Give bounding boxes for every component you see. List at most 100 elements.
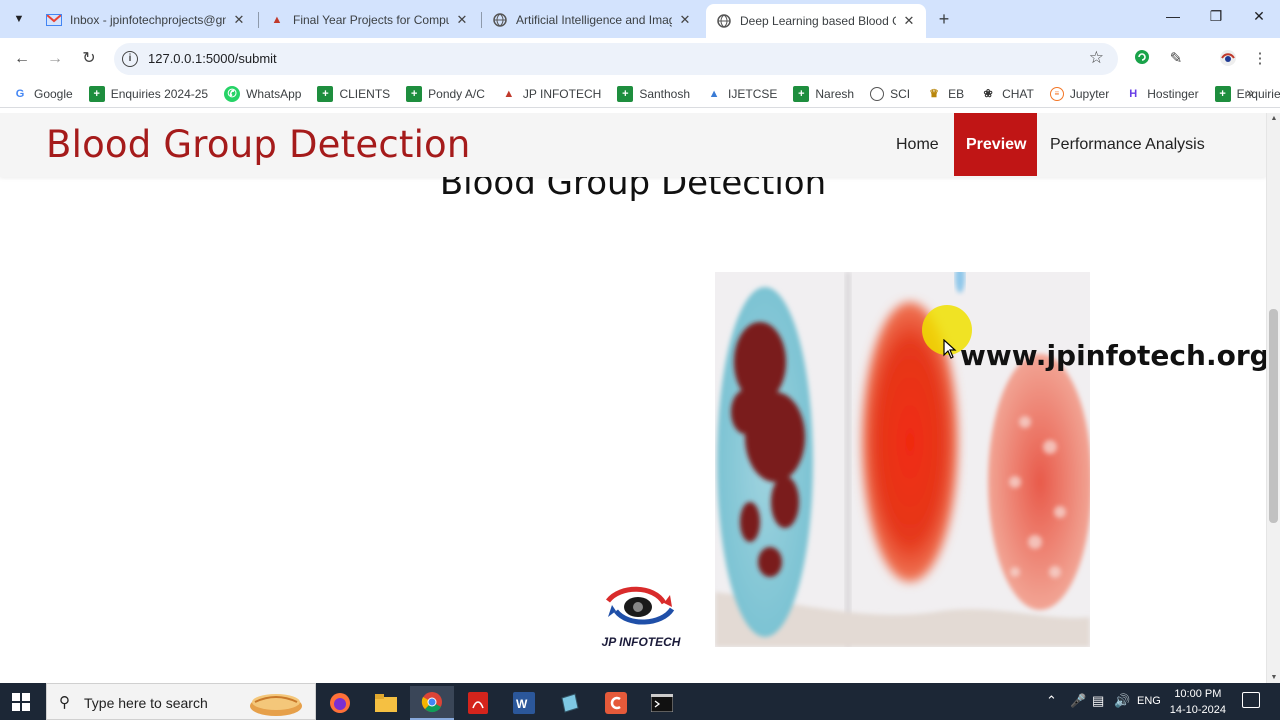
- tab-title: Inbox - jpinfotechprojects@gm: [70, 13, 226, 27]
- close-icon[interactable]: ✕: [902, 13, 916, 29]
- file-explorer-icon[interactable]: [364, 686, 408, 720]
- bookmark-santhosh[interactable]: + Santhosh: [617, 85, 691, 102]
- emblem-icon: ♛: [929, 88, 940, 100]
- site-brand[interactable]: Blood Group Detection: [46, 123, 471, 166]
- jp-infotech-icon: ▲: [503, 87, 515, 100]
- bookmark-enquiries-2024-25[interactable]: + Enquiries 2024-25: [88, 85, 208, 102]
- tab-gmail[interactable]: Inbox - jpinfotechprojects@gm ✕: [36, 6, 256, 34]
- gmail-icon: [46, 12, 62, 28]
- forward-arrow-icon[interactable]: →: [45, 49, 65, 69]
- notepad-icon[interactable]: [548, 686, 592, 720]
- minimize-icon[interactable]: —: [1163, 8, 1183, 24]
- nav-performance-analysis[interactable]: Performance Analysis: [1038, 113, 1217, 176]
- globe-icon: [716, 13, 732, 29]
- browser-toolbar: ← → ↻ i 127.0.0.1:5000/submit ☆ ✎ ⋮: [0, 38, 1280, 80]
- jp-infotech-logo: JP INFOTECH: [590, 581, 692, 653]
- tray-chevron-up-icon[interactable]: ⌃: [1046, 693, 1057, 709]
- taskbar-clock[interactable]: 10:00 PM 14-10-2024: [1170, 686, 1226, 718]
- sheets-icon: +: [406, 85, 423, 102]
- notification-icon[interactable]: [1242, 692, 1260, 708]
- bookmark-label: Google: [34, 86, 73, 101]
- microphone-icon[interactable]: 🎤: [1070, 693, 1086, 709]
- jupyter-icon: ≡: [1049, 86, 1064, 101]
- search-icon: ⚲: [59, 694, 70, 711]
- tab-final-year-projects[interactable]: ▲ Final Year Projects for Compute ✕: [259, 6, 479, 34]
- taskbar-search-box[interactable]: ⚲ Type here to search: [46, 683, 316, 720]
- chrome-icon[interactable]: [410, 686, 454, 720]
- bookmark-whatsapp[interactable]: ✆ WhatsApp: [224, 85, 301, 102]
- extension-refresh-icon[interactable]: [1132, 49, 1152, 69]
- windows-start-icon[interactable]: [12, 693, 30, 711]
- close-icon[interactable]: ✕: [678, 12, 692, 28]
- blood-sample-image: [715, 272, 1090, 647]
- bookmark-label: Santhosh: [639, 86, 691, 101]
- url-text: 127.0.0.1:5000/submit: [148, 51, 277, 66]
- bookmark-ijetcse[interactable]: ▲ IJETCSE: [706, 86, 778, 102]
- close-icon[interactable]: ✕: [455, 12, 469, 28]
- site-navbar: Blood Group Detection Home Preview Perfo…: [0, 113, 1266, 177]
- scroll-down-arrow-icon[interactable]: ▼: [1269, 674, 1279, 681]
- sheets-icon: +: [617, 85, 634, 102]
- acrobat-icon[interactable]: [456, 686, 500, 720]
- bookmark-pondy-ac[interactable]: + Pondy A/C: [406, 85, 485, 102]
- address-bar[interactable]: i 127.0.0.1:5000/submit ☆: [114, 43, 1118, 75]
- bookmark-jupyter[interactable]: ≡ Jupyter: [1049, 86, 1110, 101]
- scroll-up-arrow-icon[interactable]: ▲: [1269, 115, 1279, 122]
- tab-title: Deep Learning based Blood Gro: [740, 14, 896, 28]
- screen-recorder-icon[interactable]: [594, 686, 638, 720]
- bookmarks-bar: G Google + Enquiries 2024-25 ✆ WhatsApp + CL…: [0, 80, 1280, 108]
- search-highlight-pie-icon: [250, 694, 302, 716]
- page-scrollbar[interactable]: ▲ ▼: [1266, 113, 1280, 683]
- restore-icon[interactable]: ❐: [1206, 8, 1226, 25]
- globe-icon: [870, 86, 885, 101]
- ijetcse-icon: ▲: [708, 87, 720, 100]
- bookmark-label: Jupyter: [1069, 86, 1110, 101]
- network-icon[interactable]: ▤: [1092, 693, 1104, 709]
- new-tab-plus-icon[interactable]: +: [934, 9, 954, 30]
- bookmark-star-icon[interactable]: ☆: [1089, 48, 1104, 68]
- bookmark-label: CLIENTS: [339, 86, 391, 101]
- bookmark-eb[interactable]: ♛ EB: [926, 86, 964, 102]
- tab-search-chevron-icon[interactable]: ▼: [8, 8, 30, 30]
- sheets-icon: +: [793, 85, 810, 102]
- language-indicator[interactable]: ENG: [1137, 695, 1161, 707]
- bookmark-label: JP INFOTECH: [522, 86, 602, 101]
- window-close-icon[interactable]: ✕: [1249, 8, 1269, 25]
- bookmark-chat[interactable]: ❀ CHAT: [980, 86, 1033, 102]
- chrome-menu-icon[interactable]: ⋮: [1250, 49, 1270, 69]
- chatgpt-icon: ❀: [983, 88, 993, 100]
- extensions-puzzle-icon[interactable]: ✎: [1166, 49, 1186, 69]
- firefox-icon[interactable]: [318, 686, 362, 720]
- tab-blood-group-active[interactable]: Deep Learning based Blood Gro ✕: [706, 4, 926, 38]
- logo-text: JP INFOTECH: [601, 635, 681, 649]
- bookmark-hostinger[interactable]: H Hostinger: [1125, 86, 1198, 102]
- terminal-icon[interactable]: [640, 686, 684, 720]
- nav-preview[interactable]: Preview: [954, 113, 1037, 176]
- reload-icon[interactable]: ↻: [79, 49, 99, 69]
- bookmark-clients[interactable]: + CLIENTS: [317, 85, 391, 102]
- sheets-icon: +: [88, 85, 105, 102]
- tab-title: Final Year Projects for Compute: [293, 13, 449, 27]
- bookmark-label: Hostinger: [1147, 86, 1199, 101]
- tab-ai-image[interactable]: Artificial Intelligence and Image ✕: [482, 6, 702, 34]
- clock-time: 10:00 PM: [1174, 688, 1222, 700]
- profile-avatar-icon[interactable]: [1218, 49, 1238, 69]
- hostinger-icon: H: [1129, 87, 1138, 100]
- word-icon[interactable]: W: [502, 686, 546, 720]
- bookmark-label: Naresh: [815, 86, 855, 101]
- close-icon[interactable]: ✕: [232, 12, 246, 28]
- bookmarks-overflow-chevron-icon[interactable]: »: [1246, 84, 1254, 100]
- bookmark-jp-infotech[interactable]: ▲ JP INFOTECH: [501, 86, 601, 102]
- bookmark-google[interactable]: G Google: [12, 86, 73, 102]
- clock-date: 14-10-2024: [1169, 704, 1226, 716]
- back-arrow-icon[interactable]: ←: [12, 49, 32, 69]
- windows-taskbar: ⚲ Type here to search W ⌃ 🎤 ▤ 🔊 ENG 10:0…: [0, 683, 1280, 720]
- bookmark-label: IJETCSE: [728, 86, 778, 101]
- bookmark-sci[interactable]: SCI: [870, 86, 910, 101]
- bookmark-naresh[interactable]: + Naresh: [793, 85, 855, 102]
- volume-icon[interactable]: 🔊: [1114, 693, 1130, 709]
- sheets-icon: +: [1214, 85, 1231, 102]
- scrollbar-thumb[interactable]: [1269, 309, 1278, 523]
- nav-home[interactable]: Home: [884, 113, 951, 176]
- site-info-icon[interactable]: i: [122, 51, 138, 67]
